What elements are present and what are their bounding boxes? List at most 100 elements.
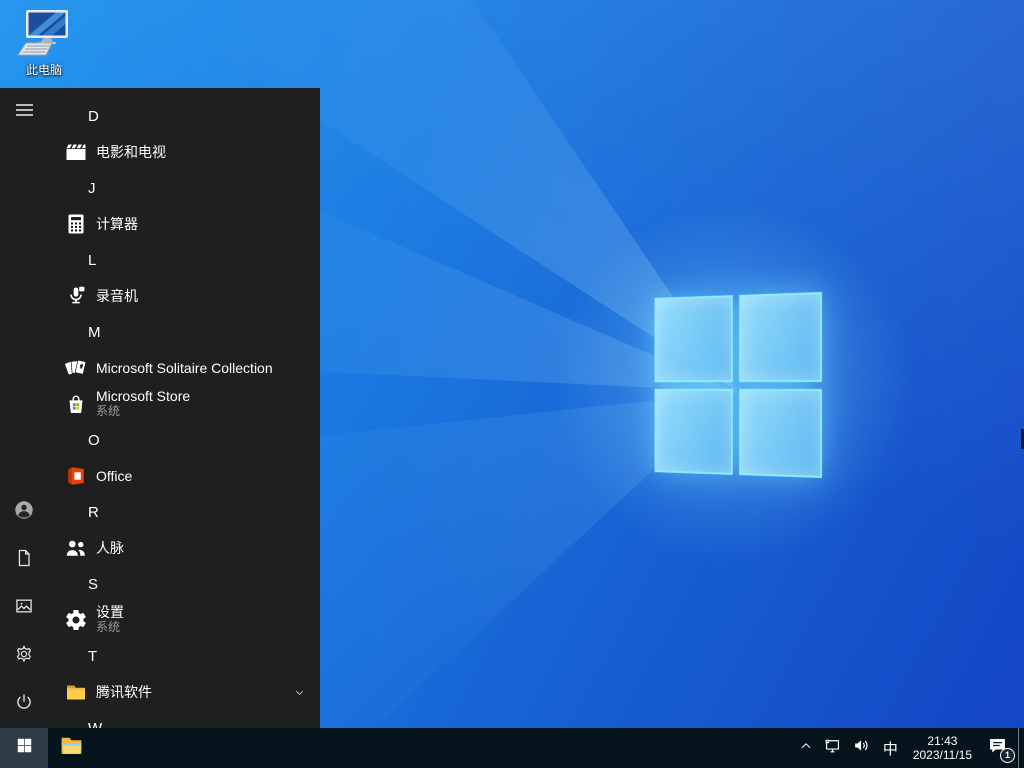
app-section-header-O[interactable]: O <box>48 422 320 458</box>
screen: 此电脑 D 电影和电视 J 计算器 L 录音机 M Microsoft Soli… <box>0 0 1024 768</box>
calculator-icon <box>64 212 88 236</box>
hamburger-menu-button[interactable] <box>0 88 48 136</box>
windows-logo-icon <box>16 737 33 759</box>
action-center-button[interactable]: 1 <box>980 728 1018 768</box>
section-letter: J <box>88 179 96 197</box>
documents-icon <box>14 548 34 573</box>
network-button[interactable] <box>818 728 847 768</box>
clock-time: 21:43 <box>927 734 958 748</box>
system-tray: 中 21:43 2023/11/15 1 <box>794 728 1024 768</box>
app-item-text: 录音机 <box>96 287 138 304</box>
power-icon <box>14 692 34 717</box>
app-item-text: 设置 系统 <box>96 605 124 635</box>
section-letter: O <box>88 431 100 449</box>
app-item-text: 人脉 <box>96 539 124 556</box>
app-item-text: Microsoft Store 系统 <box>96 389 190 419</box>
desktop-icon-label: 此电脑 <box>25 63 62 77</box>
app-section-header-R[interactable]: R <box>48 494 320 530</box>
store-icon <box>64 392 88 416</box>
hamburger-menu-icon <box>15 103 33 122</box>
app-item-label: Microsoft Store <box>96 388 191 404</box>
file-explorer-icon <box>59 733 84 763</box>
app-item-label: 人脉 <box>96 539 124 556</box>
app-section-header-L[interactable]: L <box>48 242 320 278</box>
app-item-text: 电影和电视 <box>96 143 166 160</box>
app-section-header-J[interactable]: J <box>48 170 320 206</box>
start-menu: D 电影和电视 J 计算器 L 录音机 M Microsoft Solitaire Colle… <box>0 88 320 728</box>
chevron-down-icon[interactable] <box>293 686 306 699</box>
app-item-text: Microsoft Solitaire Collection <box>96 359 273 376</box>
people-icon <box>64 536 88 560</box>
start-menu-app-item[interactable]: 录音机 <box>48 278 320 314</box>
start-menu-app-item[interactable]: 计算器 <box>48 206 320 242</box>
app-item-label: 设置 <box>96 604 124 620</box>
desktop-icon-this-pc[interactable]: 此电脑 <box>8 8 80 78</box>
app-item-label: Microsoft Solitaire Collection <box>96 359 273 376</box>
app-section-header-D[interactable]: D <box>48 98 320 134</box>
app-item-sublabel: 系统 <box>96 620 121 634</box>
pictures-icon <box>14 596 34 621</box>
folder-icon <box>64 680 88 704</box>
app-item-label: 计算器 <box>96 215 138 232</box>
settings-gear-icon <box>14 644 34 669</box>
office-icon <box>64 464 88 488</box>
voice-recorder-icon <box>64 284 88 308</box>
section-letter: D <box>88 107 99 125</box>
file-explorer-button[interactable] <box>48 728 94 768</box>
app-section-header-T[interactable]: T <box>48 638 320 674</box>
power-button[interactable] <box>0 680 48 728</box>
app-item-label: 腾讯软件 <box>96 683 152 700</box>
section-letter: W <box>88 719 103 729</box>
clock-date: 2023/11/15 <box>912 748 972 762</box>
user-account-icon <box>13 499 35 526</box>
app-item-text: Office <box>96 467 133 484</box>
section-letter: T <box>88 647 98 665</box>
user-account-button[interactable] <box>0 488 48 536</box>
logo-pane <box>654 295 733 382</box>
section-letter: R <box>88 503 99 521</box>
app-item-sublabel: 系统 <box>96 404 121 418</box>
start-menu-app-item[interactable]: Microsoft Solitaire Collection <box>48 350 320 386</box>
app-item-label: 电影和电视 <box>96 143 166 160</box>
network-icon <box>823 736 842 760</box>
movies-tv-icon <box>64 140 88 164</box>
taskbar: 中 21:43 2023/11/15 1 <box>0 728 1024 768</box>
solitaire-icon <box>64 356 88 380</box>
start-menu-app-list: D 电影和电视 J 计算器 L 录音机 M Microsoft Solitaire Colle… <box>48 88 320 728</box>
ime-indicator[interactable]: 中 <box>876 728 905 768</box>
settings-button[interactable] <box>0 632 48 680</box>
start-button[interactable] <box>0 728 48 768</box>
start-menu-app-item[interactable]: 腾讯软件 <box>48 674 320 710</box>
section-letter: M <box>88 323 101 341</box>
start-menu-rail <box>0 88 48 728</box>
app-section-header-S[interactable]: S <box>48 566 320 602</box>
logo-pane <box>738 388 822 478</box>
volume-button[interactable] <box>847 728 876 768</box>
section-letter: S <box>88 575 99 593</box>
app-item-text: 计算器 <box>96 215 138 232</box>
start-menu-app-item[interactable]: 设置 系统 <box>48 602 320 638</box>
app-item-text: 腾讯软件 <box>96 683 152 700</box>
windows-wallpaper-logo <box>654 292 822 478</box>
volume-icon <box>852 736 871 760</box>
show-desktop-button[interactable] <box>1018 728 1024 768</box>
logo-pane <box>738 292 822 382</box>
start-menu-app-item[interactable]: Office <box>48 458 320 494</box>
pictures-button[interactable] <box>0 584 48 632</box>
this-pc-icon <box>16 8 72 60</box>
taskbar-clock[interactable]: 21:43 2023/11/15 <box>905 728 980 768</box>
app-item-label: 录音机 <box>96 287 138 304</box>
documents-button[interactable] <box>0 536 48 584</box>
start-menu-app-item[interactable]: 人脉 <box>48 530 320 566</box>
start-menu-app-item[interactable]: Microsoft Store 系统 <box>48 386 320 422</box>
start-menu-app-item[interactable]: 电影和电视 <box>48 134 320 170</box>
chevron-up-icon <box>799 739 813 758</box>
notification-badge: 1 <box>1000 748 1015 763</box>
logo-pane <box>654 388 733 475</box>
app-section-header-W[interactable]: W <box>48 710 320 729</box>
app-item-label: Office <box>96 467 133 484</box>
hidden-icons-button[interactable] <box>794 728 818 768</box>
settings-gear-icon <box>64 608 88 632</box>
section-letter: L <box>88 251 97 269</box>
app-section-header-M[interactable]: M <box>48 314 320 350</box>
